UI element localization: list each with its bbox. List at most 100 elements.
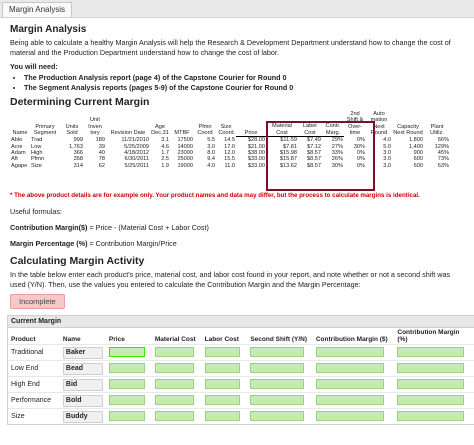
report-header-cell: Plant Utiliz. [430,123,444,137]
labor-cost-input[interactable] [204,362,241,373]
price-input[interactable] [108,410,145,421]
report-cell: 63% [437,162,449,169]
report-cell: 11.0 [224,162,235,169]
formula-body: = Price - (Material Cost + Labor Cost) [87,223,209,232]
name-cell: Bid [59,376,106,393]
input-cell [394,376,474,393]
highlight-box [266,121,375,191]
margin-header-cell: Material Cost [154,336,196,343]
contribution-margin-dollar-input[interactable] [315,410,384,421]
contribution-margin-dollar-input[interactable] [315,362,384,373]
material-cost-input[interactable] [154,346,195,357]
input-cell [105,408,152,424]
margin-header-cell: Name [62,336,81,343]
report-cell: 5/25/2011 [124,162,149,169]
needs-list: The Production Analysis report (page 4) … [10,73,464,92]
report-header-cell: MTBF [174,130,190,137]
tab-margin-analysis[interactable]: Margin Analysis [2,2,73,17]
activity-title: Calculating Margin Activity [10,255,145,267]
material-cost-input[interactable] [154,378,195,389]
input-cell [247,408,313,424]
product-label: High End [8,376,60,393]
activity-text: In the table below enter each product's … [10,270,451,289]
input-cell [151,408,202,424]
margin-header-cell: Second Shift (Y/N) [250,336,308,343]
labor-cost-input[interactable] [204,410,241,421]
contribution-margin-percent-input[interactable] [397,346,464,357]
report-cell: 4.0 [207,162,215,169]
page-title: Margin Analysis [10,24,87,35]
report-cell: 14.5 [224,136,235,143]
input-cell [151,376,202,393]
contribution-margin-percent-input[interactable] [397,410,464,421]
current-margin-panel: Current Margin Product Name Price Material … [7,315,474,425]
intro-text: Being able to calculate a healthy Margin… [10,38,451,57]
formulas-label: Useful formulas: [10,207,62,216]
report-image: Name Primary Segment Units Sold Unit Inven … [10,111,464,191]
report-header-cell: Pfmn Coord [197,123,213,137]
input-cell [151,360,202,377]
second-shift-input[interactable] [250,394,304,405]
input-cell [394,360,474,377]
input-cell [247,360,313,377]
report-row: Aft Pfmn 358 78 6/30/2011 2.5 25000 9.4 15.5 $33.… [10,156,450,162]
product-label: Size [8,408,60,424]
contribution-margin-dollar-input[interactable] [315,346,384,357]
labor-cost-input[interactable] [204,346,241,357]
labor-cost-input[interactable] [204,378,241,389]
need-item: The Production Analysis report (page 4) … [24,73,464,83]
input-cell [312,408,395,424]
determining-title: Determining Current Margin [10,96,150,108]
contribution-margin-percent-input[interactable] [397,362,464,373]
contribution-margin-percent-input[interactable] [397,378,464,389]
contribution-margin-dollar-input[interactable] [315,394,384,405]
report-cell: Trad [31,136,43,143]
status-badge: Incomplete [10,294,65,309]
margin-row: Performance Bold [8,392,474,409]
product-label: Traditional [8,344,60,361]
margin-row: Traditional Baker [8,344,474,361]
second-shift-input[interactable] [250,362,304,373]
input-cell [201,376,248,393]
margin-header-cell: Contribution Margin (%) [397,329,460,343]
name-cell: Bold [59,392,106,409]
margin-row: High End Bid [8,376,474,393]
input-cell [105,344,152,361]
material-cost-input[interactable] [154,410,195,421]
material-cost-input[interactable] [154,362,195,373]
product-name: Bead [62,362,103,375]
margin-row: Size Buddy [8,408,474,424]
warning-note: * The above product details are for exam… [10,192,420,199]
price-input[interactable] [108,362,145,373]
second-shift-input[interactable] [250,410,304,421]
report-cell: 66% [437,136,449,143]
price-input[interactable] [108,346,145,357]
report-row: Able Trad 999 189 11/21/2010 3.1 17500 5.5 14.5 $… [10,137,450,144]
input-cell [201,360,248,377]
material-cost-input[interactable] [154,394,195,405]
report-cell: 11/21/2010 [121,136,149,143]
second-shift-input[interactable] [250,378,304,389]
product-label: Performance [8,392,60,409]
margin-row: Low End Bead [8,360,474,377]
price-input[interactable] [108,394,145,405]
report-cell: 3.1 [161,136,169,143]
need-label: You will need: [10,62,58,71]
report-row: Acre Low 1,763 39 5/25/2009 4.6 14000 3.0 17.0 $2… [10,144,450,150]
price-input[interactable] [108,378,145,389]
report-header-cell: Size Coord [218,123,234,137]
input-cell [312,360,395,377]
contribution-margin-percent-input[interactable] [397,394,464,405]
name-cell: Buddy [59,408,106,424]
margin-header-cell: Labor Cost [204,336,239,343]
report-cell: 17500 [177,136,193,143]
input-cell [312,392,395,409]
report-cell: 314 [73,162,83,169]
second-shift-input[interactable] [250,346,304,357]
contribution-margin-dollar-input[interactable] [315,378,384,389]
labor-cost-input[interactable] [204,394,241,405]
report-header-cell: Age Dec.31 [151,123,169,137]
formula-term: Margin Percentage (%) [10,239,88,248]
top-bar: Margin Analysis [0,0,474,18]
input-cell [105,392,152,409]
